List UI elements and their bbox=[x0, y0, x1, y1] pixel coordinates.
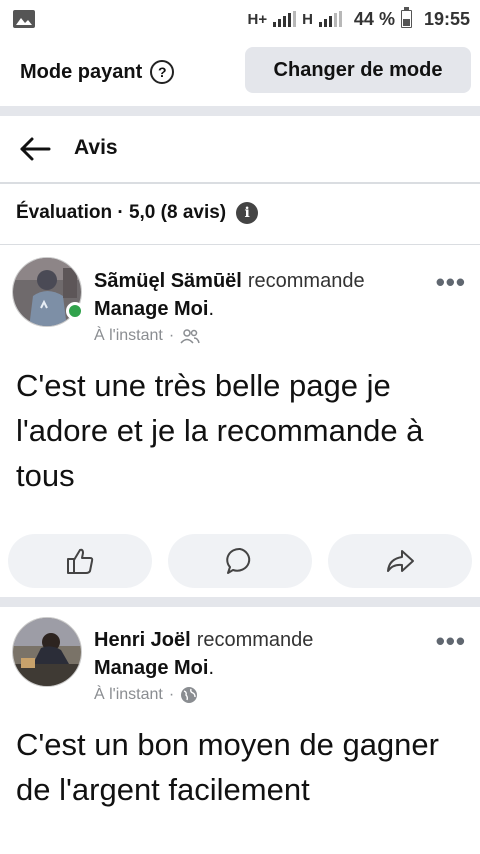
author-name[interactable]: Sãmüęl Sämūël bbox=[94, 270, 242, 292]
avatar[interactable] bbox=[12, 617, 82, 687]
page-name[interactable]: Manage Moi bbox=[94, 657, 208, 679]
comment-button[interactable] bbox=[168, 534, 312, 588]
signal-2-icon bbox=[318, 11, 342, 27]
author-name[interactable]: Henri Joël bbox=[94, 629, 191, 651]
review-header: Sãmüęl Sämūël recommande Manage Moi. bbox=[94, 267, 424, 323]
review-card: Henri Joël recommande Manage Moi. À l'ins… bbox=[0, 607, 480, 854]
rating-text: Évaluation · 5,0 (8 avis) bbox=[16, 202, 227, 223]
clock: 19:55 bbox=[423, 8, 470, 29]
meta-separator: · bbox=[168, 686, 175, 703]
globe-icon bbox=[181, 687, 198, 703]
status-indicators: H+ H 44 % 19:55 bbox=[247, 6, 470, 32]
question-circle-icon[interactable]: ? bbox=[150, 60, 175, 84]
meta-separator: · bbox=[168, 327, 175, 344]
page-header: Avis bbox=[0, 116, 480, 182]
review-verb: recommande bbox=[196, 629, 314, 651]
comment-icon bbox=[226, 547, 251, 574]
network-type-1: H+ bbox=[247, 10, 268, 28]
info-icon[interactable]: i bbox=[236, 202, 259, 224]
divider bbox=[0, 597, 480, 607]
timestamp[interactable]: À l'instant bbox=[94, 327, 163, 345]
online-status-icon bbox=[66, 302, 84, 320]
status-bar: H+ H 44 % 19:55 bbox=[0, 0, 480, 38]
review-meta: À l'instant · bbox=[94, 327, 200, 345]
mode-label: Mode payant ? bbox=[20, 60, 175, 84]
network-type-2: H bbox=[302, 10, 313, 28]
timestamp[interactable]: À l'instant bbox=[94, 686, 163, 704]
period: . bbox=[208, 298, 215, 320]
review-text: C'est un bon moyen de gagner de l'argent… bbox=[16, 727, 439, 807]
page-name[interactable]: Manage Moi bbox=[94, 298, 208, 320]
change-mode-button[interactable]: Changer de mode bbox=[245, 47, 471, 93]
review-meta: À l'instant · bbox=[94, 686, 198, 704]
review-card: Sãmüęl Sämūël recommande Manage Moi. À l'… bbox=[0, 245, 480, 597]
mode-label-text: Mode payant bbox=[20, 60, 143, 83]
more-options-icon[interactable]: ••• bbox=[436, 267, 466, 298]
review-verb: recommande bbox=[247, 270, 365, 292]
like-button[interactable] bbox=[8, 534, 152, 588]
mode-bar: Mode payant ? Changer de mode bbox=[0, 38, 480, 106]
share-icon bbox=[387, 550, 414, 572]
share-button[interactable] bbox=[328, 534, 472, 588]
signal-1-icon bbox=[273, 11, 297, 27]
page-title: Avis bbox=[74, 136, 118, 159]
review-text: C'est une très belle page je l'adore et … bbox=[16, 368, 424, 493]
divider bbox=[0, 106, 480, 116]
more-options-icon[interactable]: ••• bbox=[436, 626, 466, 657]
period: . bbox=[208, 657, 215, 679]
battery-percent: 44 % bbox=[353, 8, 395, 29]
battery-icon bbox=[400, 7, 412, 28]
friends-icon bbox=[180, 329, 200, 344]
gallery-notification-icon bbox=[13, 10, 35, 28]
rating-summary: Évaluation · 5,0 (8 avis) i bbox=[16, 202, 259, 224]
review-actions bbox=[8, 534, 472, 588]
like-icon bbox=[67, 548, 94, 574]
review-header: Henri Joël recommande Manage Moi. bbox=[94, 626, 424, 682]
divider bbox=[0, 182, 480, 184]
arrow-left-icon[interactable] bbox=[18, 134, 52, 164]
